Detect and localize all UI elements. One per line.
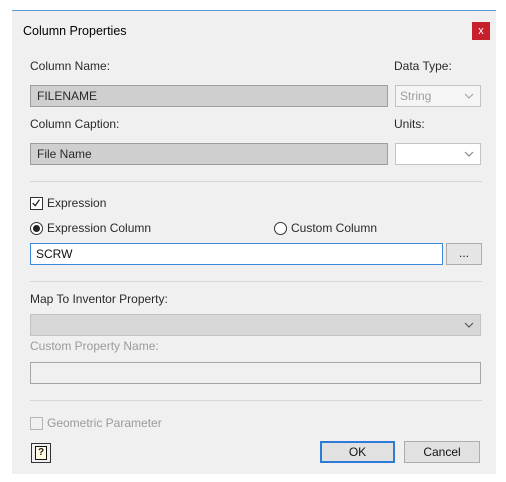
cancel-button[interactable]: Cancel	[404, 441, 480, 463]
column-caption-value: File Name	[37, 147, 92, 161]
title-bar: Column Properties x	[12, 11, 496, 49]
cancel-button-label: Cancel	[423, 445, 461, 459]
custom-property-name-input	[30, 362, 481, 384]
custom-property-name-label: Custom Property Name:	[30, 339, 159, 353]
chevron-down-icon	[464, 322, 474, 328]
close-icon: x	[478, 25, 484, 37]
expression-value: SCRW	[36, 247, 73, 261]
units-select[interactable]	[395, 143, 481, 165]
ok-button-label: OK	[348, 445, 367, 459]
dialog-title: Column Properties	[23, 24, 127, 38]
ok-button[interactable]: OK	[320, 441, 395, 463]
help-button[interactable]: ?	[31, 443, 51, 463]
column-name-value: FILENAME	[37, 89, 98, 103]
column-name-label: Column Name:	[30, 59, 111, 73]
expression-input[interactable]: SCRW	[30, 243, 443, 265]
expression-column-radio[interactable]	[30, 222, 43, 235]
units-label: Units:	[394, 117, 425, 131]
separator	[30, 181, 482, 182]
close-button[interactable]: x	[472, 22, 490, 40]
help-icon: ?	[35, 446, 47, 460]
column-name-field: FILENAME	[30, 85, 388, 107]
browse-button[interactable]: ...	[446, 243, 482, 265]
check-icon	[32, 199, 40, 207]
data-type-select: String	[395, 85, 481, 107]
chevron-down-icon	[464, 93, 474, 99]
geometric-parameter-checkbox	[30, 417, 43, 430]
column-caption-label: Column Caption:	[30, 117, 120, 131]
chevron-down-icon	[464, 151, 474, 157]
radio-selected-dot	[33, 225, 40, 232]
expression-checkbox[interactable]	[30, 197, 43, 210]
map-to-inventor-select[interactable]	[30, 314, 481, 336]
column-caption-field: File Name	[30, 143, 388, 165]
expression-label: Expression	[47, 196, 107, 210]
data-type-value: String	[400, 89, 432, 103]
geometric-parameter-label: Geometric Parameter	[47, 416, 162, 430]
separator	[30, 400, 482, 401]
map-to-inventor-label: Map To Inventor Property:	[30, 292, 168, 306]
column-properties-dialog: Column Properties x Column Name: Data Ty…	[12, 10, 496, 474]
custom-column-label: Custom Column	[291, 221, 378, 235]
expression-column-label: Expression Column	[47, 221, 152, 235]
browse-button-label: ...	[458, 246, 469, 260]
separator	[30, 281, 482, 282]
data-type-label: Data Type:	[394, 59, 452, 73]
custom-column-radio[interactable]	[274, 222, 287, 235]
